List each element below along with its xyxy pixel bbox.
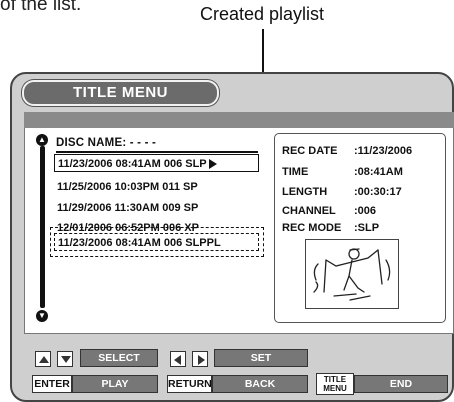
info-rec-date: REC DATE :11/23/2006	[282, 145, 412, 157]
menu-title: TITLE MENU	[22, 80, 219, 106]
title-row[interactable]: 11/29/2006 11:30AM 009 SP	[54, 199, 259, 217]
disc-divider	[56, 151, 258, 153]
row-channel: 006	[163, 158, 183, 170]
info-label: REC DATE	[282, 145, 338, 157]
left-arrow-icon[interactable]	[170, 351, 186, 367]
row-date: 11/23/2006	[58, 237, 113, 249]
row-mode: SLP	[185, 158, 207, 170]
row-time: 10:03PM	[114, 181, 160, 193]
scrollbar-track[interactable]	[40, 146, 45, 308]
info-rec-mode: REC MODE :SLP	[282, 222, 379, 234]
row-mode: SP	[183, 202, 199, 214]
select-label: SELECT	[80, 349, 158, 367]
playlist-marker: PL	[206, 237, 221, 249]
top-text-fragment: of the list.	[0, 0, 82, 15]
info-label: REC MODE	[282, 222, 342, 234]
row-mode: SP	[183, 181, 198, 193]
info-time: TIME :08:41AM	[282, 166, 403, 178]
info-label: TIME	[282, 166, 309, 178]
info-value: :11/23/2006	[354, 145, 413, 157]
info-label: LENGTH	[282, 186, 328, 198]
return-button[interactable]: RETURN	[167, 375, 212, 393]
title-menu-button[interactable]: TITLE MENU	[316, 373, 354, 395]
callout-label: Created playlist	[200, 4, 325, 24]
row-time: 08:41AM	[115, 158, 161, 170]
row-channel: 011	[162, 181, 180, 193]
row-date: 11/23/2006	[58, 158, 113, 170]
row-mode: SLP	[185, 237, 207, 249]
skier-thumbnail	[305, 239, 399, 309]
info-value: :00:30:17	[354, 186, 402, 198]
right-arrow-icon[interactable]	[192, 351, 208, 367]
disc-name-label: DISC NAME: - - - -	[56, 137, 157, 149]
play-label: PLAY	[72, 375, 158, 393]
back-label: BACK	[212, 375, 308, 393]
enter-button[interactable]: ENTER	[32, 375, 72, 393]
row-time: 08:41AM	[115, 237, 161, 249]
row-time: 11:30AM	[114, 202, 160, 214]
playlist-row[interactable]: 11/23/2006 08:41AM 006 SLPPL	[54, 233, 259, 251]
row-channel: 009	[162, 202, 181, 214]
play-triangle-icon	[208, 159, 217, 170]
title-row[interactable]: 11/25/2006 10:03PM 011 SP	[54, 178, 259, 196]
info-channel: CHANNEL :006	[282, 205, 376, 217]
title-row-selected[interactable]: 11/23/2006 08:41AM 006 SLP	[54, 154, 259, 172]
scroll-down-icon[interactable]: ▼	[36, 310, 48, 322]
info-label: CHANNEL	[282, 205, 336, 217]
list-header-bar	[24, 112, 454, 128]
end-label: END	[354, 375, 448, 393]
row-date: 11/25/2006	[57, 181, 112, 193]
row-date: 11/29/2006	[57, 202, 112, 214]
row-channel: 006	[163, 237, 183, 249]
info-value: :006	[354, 205, 377, 217]
info-length: LENGTH :00:30:17	[282, 186, 402, 198]
scroll-up-icon[interactable]: ▲	[36, 134, 48, 146]
info-value: :SLP	[354, 222, 380, 234]
info-value: :08:41AM	[354, 166, 403, 178]
set-label: SET	[214, 349, 308, 367]
